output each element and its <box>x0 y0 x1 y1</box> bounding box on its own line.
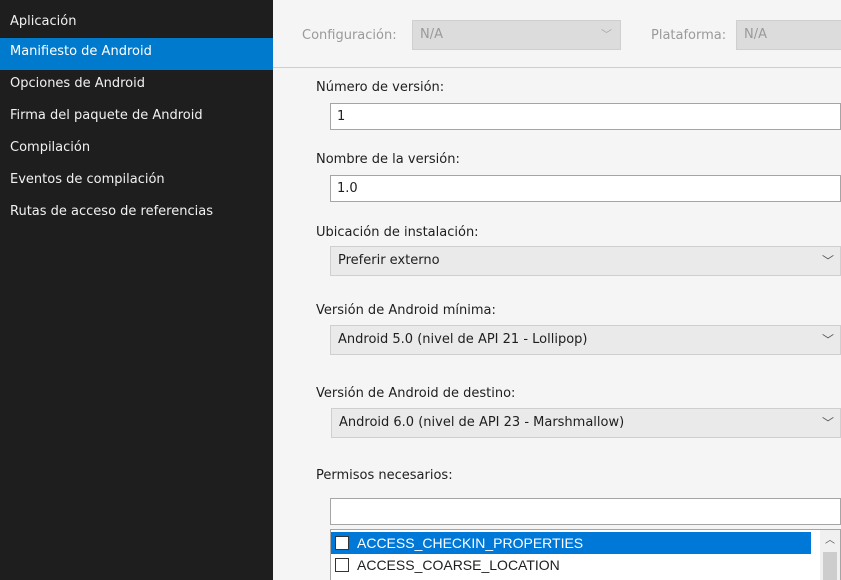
permission-checkbox[interactable] <box>335 536 349 550</box>
sidebar-item-aplicacion[interactable]: Aplicación <box>0 8 273 38</box>
chevron-down-icon: ﹀ <box>601 28 612 41</box>
scrollbar-thumb[interactable] <box>823 552 837 580</box>
min-android-dropdown[interactable]: Android 5.0 (nivel de API 21 - Lollipop)… <box>330 325 841 355</box>
version-number-label: Número de versión: <box>316 80 445 95</box>
configuration-value: N/A <box>420 27 443 42</box>
chevron-down-icon: ﹀ <box>821 254 834 268</box>
install-location-label: Ubicación de instalación: <box>316 225 479 240</box>
permission-checkbox[interactable] <box>335 558 349 572</box>
main-panel: Configuración: N/A ﹀ Plataforma: N/A Núm… <box>273 0 841 580</box>
permissions-filter-input[interactable] <box>330 498 841 525</box>
sidebar-item-opciones-android[interactable]: Opciones de Android <box>0 70 273 102</box>
install-location-value: Preferir externo <box>338 253 440 268</box>
target-android-label: Versión de Android de destino: <box>316 386 516 401</box>
list-item[interactable]: ACCESS_COARSE_LOCATION <box>331 554 811 576</box>
min-android-value: Android 5.0 (nivel de API 21 - Lollipop) <box>338 332 588 347</box>
version-name-label: Nombre de la versión: <box>316 152 460 167</box>
chevron-down-icon: ﹀ <box>821 416 834 430</box>
sidebar-item-firma-paquete[interactable]: Firma del paquete de Android <box>0 102 273 134</box>
permission-name: ACCESS_CHECKIN_PROPERTIES <box>357 535 584 551</box>
list-item[interactable]: ACCESS_CHECKIN_PROPERTIES <box>331 532 811 554</box>
version-name-input[interactable]: 1.0 <box>330 175 841 202</box>
target-android-dropdown[interactable]: Android 6.0 (nivel de API 23 - Marshmall… <box>331 408 841 438</box>
install-location-dropdown[interactable]: Preferir externo ﹀ <box>330 246 841 276</box>
sidebar-nav: Aplicación Manifiesto de Android Opcione… <box>0 0 282 580</box>
chevron-down-icon: ﹀ <box>821 333 834 347</box>
sidebar-item-manifiesto-android[interactable]: Manifiesto de Android <box>0 38 282 70</box>
configuration-select[interactable]: N/A ﹀ <box>412 20 621 50</box>
min-android-label: Versión de Android mínima: <box>316 303 496 318</box>
platform-value: N/A <box>744 27 767 42</box>
sidebar-item-eventos-compilacion[interactable]: Eventos de compilación <box>0 166 273 198</box>
version-number-input[interactable]: 1 <box>330 103 841 130</box>
sidebar-item-compilacion[interactable]: Compilación <box>0 134 273 166</box>
configuration-label: Configuración: <box>302 28 397 43</box>
platform-label: Plataforma: <box>651 28 727 43</box>
configuration-bar: Configuración: N/A ﹀ Plataforma: N/A <box>273 0 841 68</box>
chevron-up-icon[interactable]: ︿ <box>820 530 840 550</box>
permissions-label: Permisos necesarios: <box>316 468 453 483</box>
permissions-scrollbar[interactable]: ︿ <box>820 530 840 580</box>
target-android-value: Android 6.0 (nivel de API 23 - Marshmall… <box>339 415 625 430</box>
sidebar-item-rutas-referencias[interactable]: Rutas de acceso de referencias <box>0 198 273 230</box>
platform-select[interactable]: N/A <box>736 20 841 50</box>
permission-name: ACCESS_COARSE_LOCATION <box>357 557 560 573</box>
permissions-list: ACCESS_CHECKIN_PROPERTIES ACCESS_COARSE_… <box>330 529 841 580</box>
